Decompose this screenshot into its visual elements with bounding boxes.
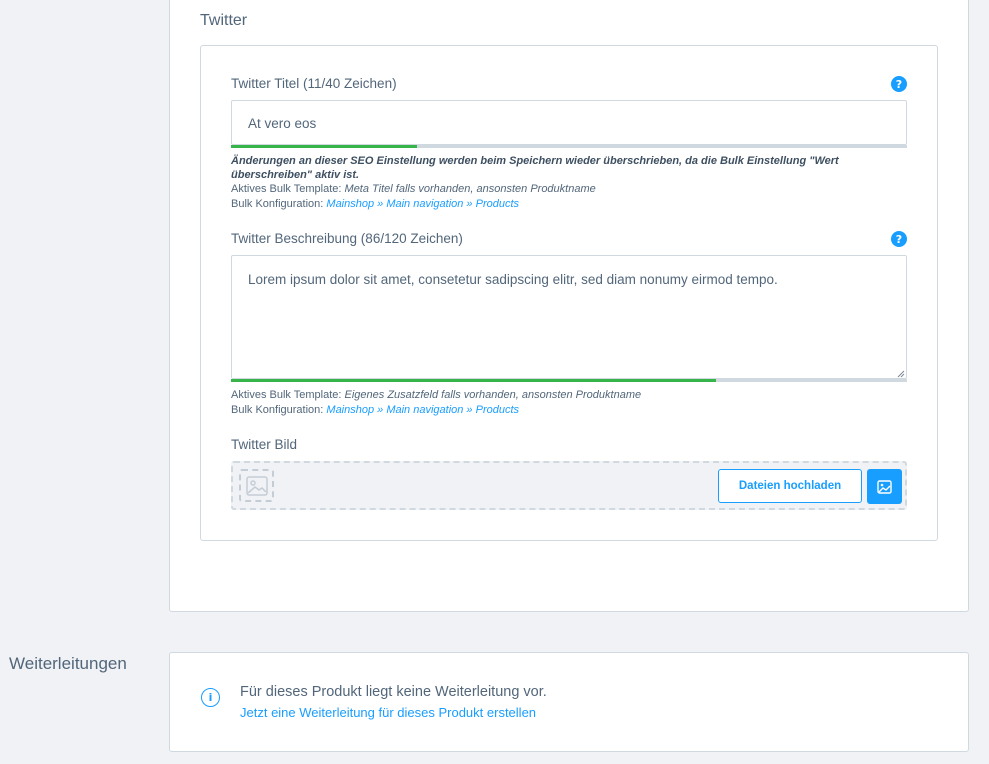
- no-redirect-message: Für dieses Produkt liegt keine Weiterlei…: [240, 684, 547, 700]
- twitter-title-label: Twitter Titel (11/40 Zeichen): [231, 76, 397, 91]
- bulk-override-warning: Änderungen an dieser SEO Einstellung wer…: [231, 155, 839, 181]
- redirects-card: [169, 652, 969, 752]
- twitter-title-help-icon[interactable]: ?: [891, 76, 907, 92]
- title-bulk-config-label: Bulk Konfiguration:: [231, 198, 324, 210]
- title-bulk-template: Aktives Bulk Template: Meta Titel falls …: [231, 182, 596, 196]
- info-icon: i: [201, 688, 220, 707]
- twitter-description-textarea[interactable]: Lorem ipsum dolor sit amet, consetetur s…: [231, 255, 907, 379]
- twitter-description-label: Twitter Beschreibung (86/120 Zeichen): [231, 231, 463, 246]
- upload-files-button[interactable]: Dateien hochladen: [718, 469, 862, 503]
- description-bulk-config: Bulk Konfiguration: Mainshop » Main navi…: [231, 403, 519, 417]
- twitter-title-progress: [231, 145, 907, 148]
- info-icon-glyph: i: [208, 691, 213, 704]
- twitter-title-input[interactable]: At vero eos: [231, 100, 907, 145]
- title-bulk-template-label: Aktives Bulk Template:: [231, 183, 342, 195]
- redirects-heading: Weiterleitungen: [9, 654, 127, 673]
- image-icon: [877, 479, 892, 494]
- media-library-button[interactable]: [867, 469, 902, 504]
- twitter-section-title: Twitter: [200, 12, 248, 29]
- twitter-image-label: Twitter Bild: [231, 437, 298, 452]
- description-bulk-template: Aktives Bulk Template: Eigenes Zusatzfel…: [231, 388, 641, 402]
- description-bulk-config-link[interactable]: Mainshop » Main navigation » Products: [326, 404, 519, 416]
- resize-handle-icon[interactable]: [897, 370, 905, 378]
- description-bulk-template-label: Aktives Bulk Template:: [231, 389, 342, 401]
- twitter-description-progress-fill: [231, 379, 716, 382]
- create-redirect-link[interactable]: Jetzt eine Weiterleitung für dieses Prod…: [240, 705, 536, 720]
- image-placeholder-icon: [239, 469, 274, 502]
- description-bulk-template-value: Eigenes Zusatzfeld falls vorhanden, anso…: [344, 389, 642, 401]
- title-bulk-config: Bulk Konfiguration: Mainshop » Main navi…: [231, 197, 519, 211]
- twitter-description-help-icon[interactable]: ?: [891, 231, 907, 247]
- title-bulk-template-value: Meta Titel falls vorhanden, ansonsten Pr…: [344, 183, 596, 195]
- twitter-description-progress: [231, 379, 907, 382]
- title-bulk-config-link[interactable]: Mainshop » Main navigation » Products: [326, 198, 519, 210]
- twitter-title-progress-fill: [231, 145, 417, 148]
- image-upload-dropzone[interactable]: Dateien hochladen: [231, 461, 907, 510]
- description-bulk-config-label: Bulk Konfiguration:: [231, 404, 324, 416]
